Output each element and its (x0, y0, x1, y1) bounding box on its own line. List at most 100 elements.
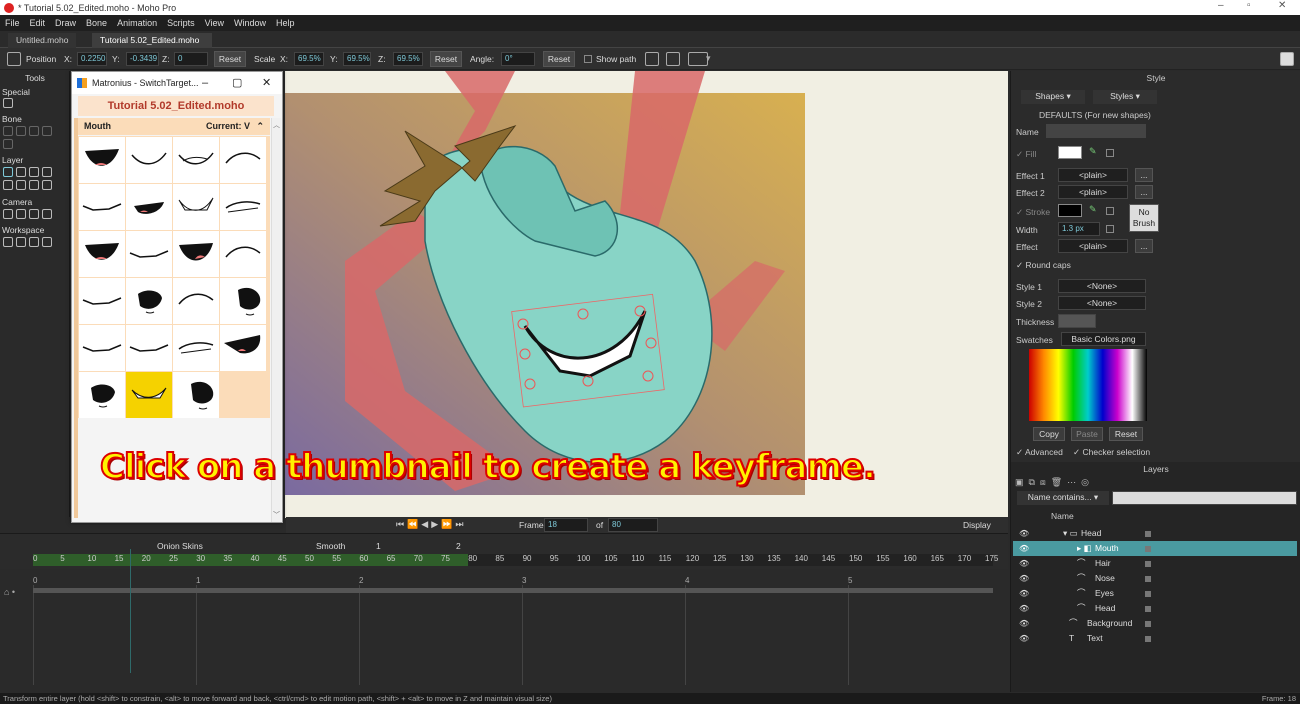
interpolation-dropdown[interactable]: Smooth (316, 541, 345, 551)
multiplier-field[interactable]: 1 (376, 541, 381, 551)
layer-color-tag[interactable] (1145, 531, 1151, 537)
flip-vertical-icon[interactable] (666, 52, 680, 66)
set-origin-icon[interactable] (42, 167, 52, 177)
layer-row[interactable]: 👁 ⌒ Head (1013, 601, 1297, 616)
stroke-width-field[interactable]: 1.3 px (1058, 222, 1100, 236)
timeline-area[interactable]: ⌂ • 012345 (0, 549, 1008, 693)
switch-thumbnail[interactable] (173, 231, 219, 277)
bone-add-icon[interactable] (29, 126, 39, 136)
switch-thumbnail[interactable] (220, 137, 266, 183)
layer-row[interactable]: 👁 ⌒ Eyes (1013, 586, 1297, 601)
round-caps-checkbox[interactable]: ✓ Round caps (1016, 260, 1071, 271)
scale-z-field[interactable]: 69.5% (393, 52, 423, 66)
switch-thumbnail[interactable] (79, 231, 125, 277)
switch-thumbnail[interactable] (79, 372, 125, 418)
switch-thumbnail[interactable] (220, 278, 266, 324)
camera-pan-icon[interactable] (42, 209, 52, 219)
switch-thumbnail[interactable] (126, 231, 172, 277)
swatches-palette[interactable] (1029, 349, 1147, 421)
stroke-color-swatch[interactable] (1058, 204, 1082, 217)
switch-icon[interactable] (16, 180, 26, 190)
switch-thumbnail[interactable] (126, 278, 172, 324)
menu-bone[interactable]: Bone (81, 18, 112, 28)
advanced-checkbox[interactable]: ✓ Advanced (1016, 447, 1063, 458)
menu-scripts[interactable]: Scripts (162, 18, 200, 28)
more-icon[interactable]: ⋯ (1067, 477, 1076, 488)
switch-thumbnail[interactable] (173, 325, 219, 371)
switch-group-header[interactable]: Mouth Current: V ⌃ (78, 118, 270, 135)
rotate-layer-icon[interactable] (29, 167, 39, 177)
stroke-effect-more-button[interactable]: ... (1135, 239, 1153, 253)
switch-thumbnail[interactable] (79, 137, 125, 183)
copy-layer-icon[interactable]: ⧈ (1040, 477, 1046, 488)
switch-thumbnail[interactable] (126, 372, 172, 418)
scroll-down-icon[interactable]: ﹀ (273, 510, 280, 520)
stroke-eyedropper-icon[interactable]: ✎ (1089, 204, 1097, 215)
menu-animation[interactable]: Animation (112, 18, 162, 28)
layer-color-tag[interactable] (1145, 606, 1151, 612)
layer-filter-dropdown[interactable]: Name contains... ▾ (1017, 491, 1109, 505)
switch-thumbnail[interactable] (173, 184, 219, 230)
layer-row[interactable]: 👁 ▾ ▭ Head (1013, 526, 1297, 541)
zoom-icon[interactable] (16, 237, 26, 247)
visibility-icon[interactable]: 👁 (1019, 586, 1029, 601)
menu-draw[interactable]: Draw (50, 18, 81, 28)
select-points-tool-icon[interactable] (3, 98, 13, 108)
minimize-icon[interactable]: – (1218, 0, 1224, 11)
shapes-dropdown[interactable]: Shapes ▾ (1021, 90, 1085, 104)
align-options-icon[interactable] (688, 52, 708, 66)
width-checkbox[interactable] (1106, 225, 1114, 233)
styles-dropdown[interactable]: Styles ▾ (1093, 90, 1157, 104)
delete-layer-icon[interactable]: 🗑 (1051, 477, 1062, 488)
fill-eyedropper-icon[interactable]: ✎ (1089, 146, 1097, 157)
position-y-field[interactable]: -0.3439 (126, 52, 159, 66)
visibility-icon[interactable]: 👁 (1019, 526, 1029, 541)
close-icon[interactable]: ✕ (262, 72, 271, 94)
switch-thumbnail[interactable] (79, 325, 125, 371)
maximize-icon[interactable]: ▢ (232, 72, 242, 94)
frame-field[interactable]: 18 (544, 518, 588, 532)
no-brush-button[interactable]: No Brush (1129, 204, 1159, 232)
menu-help[interactable]: Help (271, 18, 300, 28)
scale-x-field[interactable]: 69.5% (294, 52, 324, 66)
swatches-dropdown[interactable]: Basic Colors.png (1061, 332, 1146, 346)
menu-window[interactable]: Window (229, 18, 271, 28)
camera-roll-icon[interactable] (29, 209, 39, 219)
style-name-field[interactable] (1046, 124, 1146, 138)
reset-style-button[interactable]: Reset (1109, 427, 1143, 441)
layer-row[interactable]: 👁 ⌒ Background (1013, 616, 1297, 631)
checker-selection-checkbox[interactable]: ✓ Checker selection (1073, 447, 1150, 458)
panel-layout-icon[interactable] (1280, 52, 1294, 66)
camera-track-icon[interactable] (3, 209, 13, 219)
display-dropdown[interactable]: Display (963, 520, 991, 530)
tab-tutorial[interactable]: Tutorial 5.02_Edited.moho ✎ (92, 33, 212, 60)
bone-transform-icon[interactable] (16, 126, 26, 136)
orbit-icon[interactable] (42, 237, 52, 247)
effect2-more-button[interactable]: ... (1135, 185, 1153, 199)
reset-position-button[interactable]: Reset (214, 51, 246, 67)
angle-field[interactable]: 0° (501, 52, 535, 66)
rotate-workspace-icon[interactable] (29, 237, 39, 247)
chevron-down-icon[interactable]: ▾ (706, 53, 711, 64)
close-icon[interactable]: ✕ (1278, 0, 1286, 11)
fill-extra-checkbox[interactable] (1106, 149, 1114, 157)
switch-thumbnail[interactable] (173, 372, 219, 418)
visibility-icon[interactable]: 👁 (1019, 616, 1029, 631)
switch-thumbnail[interactable] (79, 278, 125, 324)
switch-thumbnail[interactable] (220, 325, 266, 371)
effect2-dropdown[interactable]: <plain> (1058, 185, 1128, 199)
visibility-icon[interactable]: 👁 (1019, 601, 1029, 616)
style1-dropdown[interactable]: <None> (1058, 279, 1146, 293)
menu-edit[interactable]: Edit (25, 18, 51, 28)
switch-thumbnail[interactable] (173, 137, 219, 183)
effect1-more-button[interactable]: ... (1135, 168, 1153, 182)
bone-strength-icon[interactable] (3, 139, 13, 149)
camera-zoom-icon[interactable] (16, 209, 26, 219)
thickness-field[interactable] (1058, 314, 1096, 328)
transform-layer-tool-icon[interactable] (3, 167, 13, 177)
reset-angle-button[interactable]: Reset (543, 51, 575, 67)
effect1-dropdown[interactable]: <plain> (1058, 168, 1128, 182)
playhead[interactable] (130, 549, 131, 673)
layer-row[interactable]: 👁 ⌒ Nose (1013, 571, 1297, 586)
minimize-icon[interactable]: – (202, 72, 208, 94)
